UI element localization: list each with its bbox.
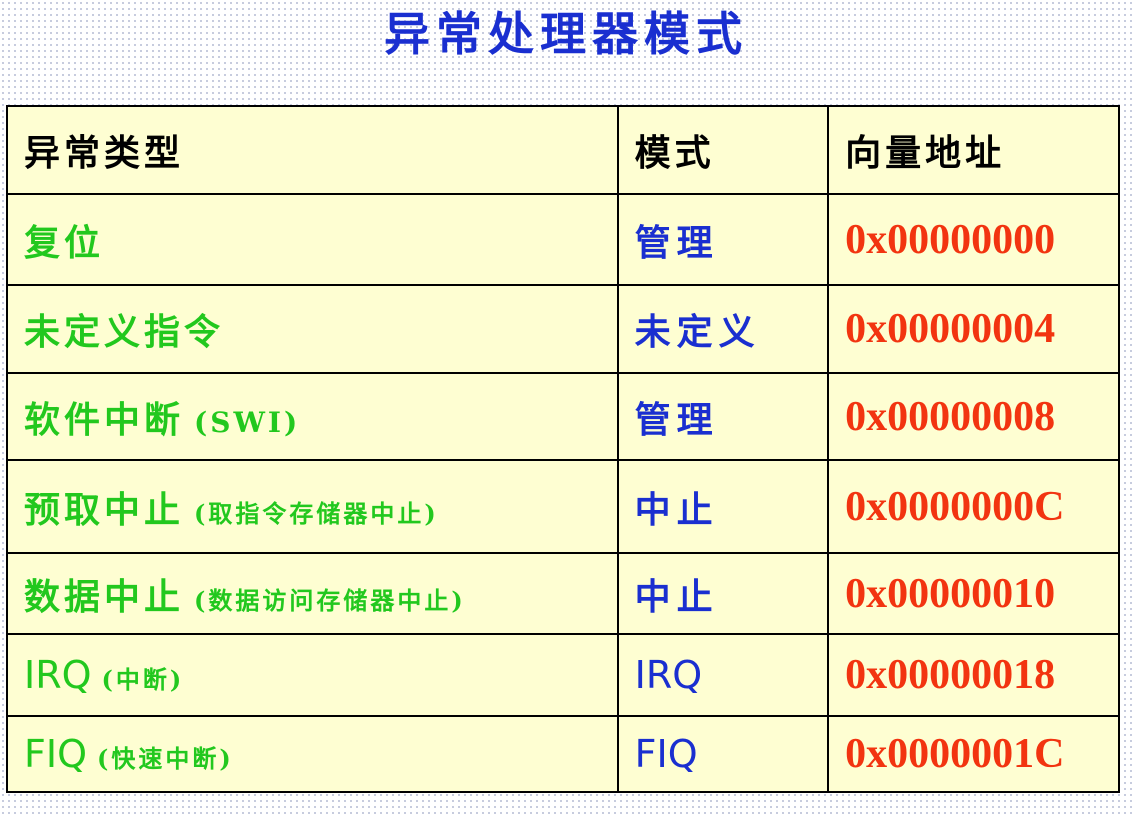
exception-type: 未定义指令 [24,311,225,353]
mode-cell: 未定义 [616,284,830,374]
vector-address: 0x00000000 [845,216,1056,263]
vector-address: 0x00000018 [845,652,1056,698]
exception-type-note: (中断) [101,665,185,694]
header-cell-mode: 模式 [616,105,830,195]
exception-mode-table: 异常类型 模式 向量地址 复位 管理 0x00000000 未定义指令 未定义 … [6,105,1120,793]
vector-cell: 0x0000000C [827,459,1120,554]
vector-cell: 0x00000018 [827,633,1120,717]
mode-value: 未定义 [634,311,761,353]
vector-cell: 0x0000001C [827,715,1120,793]
vector-address: 0x00000004 [845,306,1056,352]
exception-type-note: (取指令存储器中止) [194,498,439,528]
exception-type-note: (数据访问存储器中止) [194,585,466,615]
header-type-label: 异常类型 [24,132,185,174]
vector-cell: 0x00000010 [827,552,1120,635]
mode-value: 中止 [634,488,719,531]
exception-type-cell: FIQ (快速中断) [6,715,619,793]
exception-type-cell: IRQ (中断) [6,633,619,717]
exception-type-cell: 复位 [6,193,619,286]
table-row: 软件中断 (SWI) 管理 0x00000008 [6,372,1120,461]
page-title: 异常处理器模式 [384,7,748,61]
exception-type: 数据中止 [24,575,185,618]
mode-value: 管理 [634,221,719,264]
mode-value: 管理 [634,398,719,441]
mode-cell: IRQ [616,633,830,717]
table-header-row: 异常类型 模式 向量地址 [6,105,1120,195]
exception-type: FIQ [24,732,87,776]
exception-type-cell: 预取中止 (取指令存储器中止) [6,459,619,554]
mode-cell: 中止 [616,552,830,635]
vector-address: 0x00000008 [845,393,1056,440]
mode-cell: 中止 [616,459,830,554]
header-cell-type: 异常类型 [6,105,619,195]
exception-type: 软件中断 [24,398,185,441]
table-row: FIQ (快速中断) FIQ 0x0000001C [6,715,1120,793]
mode-cell: 管理 [616,372,830,461]
vector-cell: 0x00000000 [827,193,1120,286]
vector-cell: 0x00000004 [827,284,1120,374]
table-row: IRQ (中断) IRQ 0x00000018 [6,633,1120,717]
exception-type: 复位 [24,221,105,264]
exception-type: 预取中止 [24,488,185,531]
mode-cell: 管理 [616,193,830,286]
vector-address: 0x0000000C [845,483,1065,530]
mode-value: FIQ [634,732,698,776]
exception-type-note: (SWI) [194,405,301,439]
vector-cell: 0x00000008 [827,372,1120,461]
exception-type: IRQ [24,653,92,697]
vector-address: 0x0000001C [845,731,1065,777]
table-row: 数据中止 (数据访问存储器中止) 中止 0x00000010 [6,552,1120,635]
mode-cell: FIQ [616,715,830,793]
exception-type-note: (快速中断) [96,744,234,773]
exception-type-cell: 未定义指令 [6,284,619,374]
exception-type-cell: 软件中断 (SWI) [6,372,619,461]
exception-type-cell: 数据中止 (数据访问存储器中止) [6,552,619,635]
header-vector-label: 向量地址 [845,132,1006,174]
header-mode-label: 模式 [634,132,715,174]
table-row: 未定义指令 未定义 0x00000004 [6,284,1120,374]
mode-value: 中止 [634,575,719,618]
table-row: 复位 管理 0x00000000 [6,193,1120,286]
table-row: 预取中止 (取指令存储器中止) 中止 0x0000000C [6,459,1120,554]
vector-address: 0x00000010 [845,570,1056,617]
header-cell-vector: 向量地址 [827,105,1120,195]
mode-value: IRQ [634,653,703,697]
